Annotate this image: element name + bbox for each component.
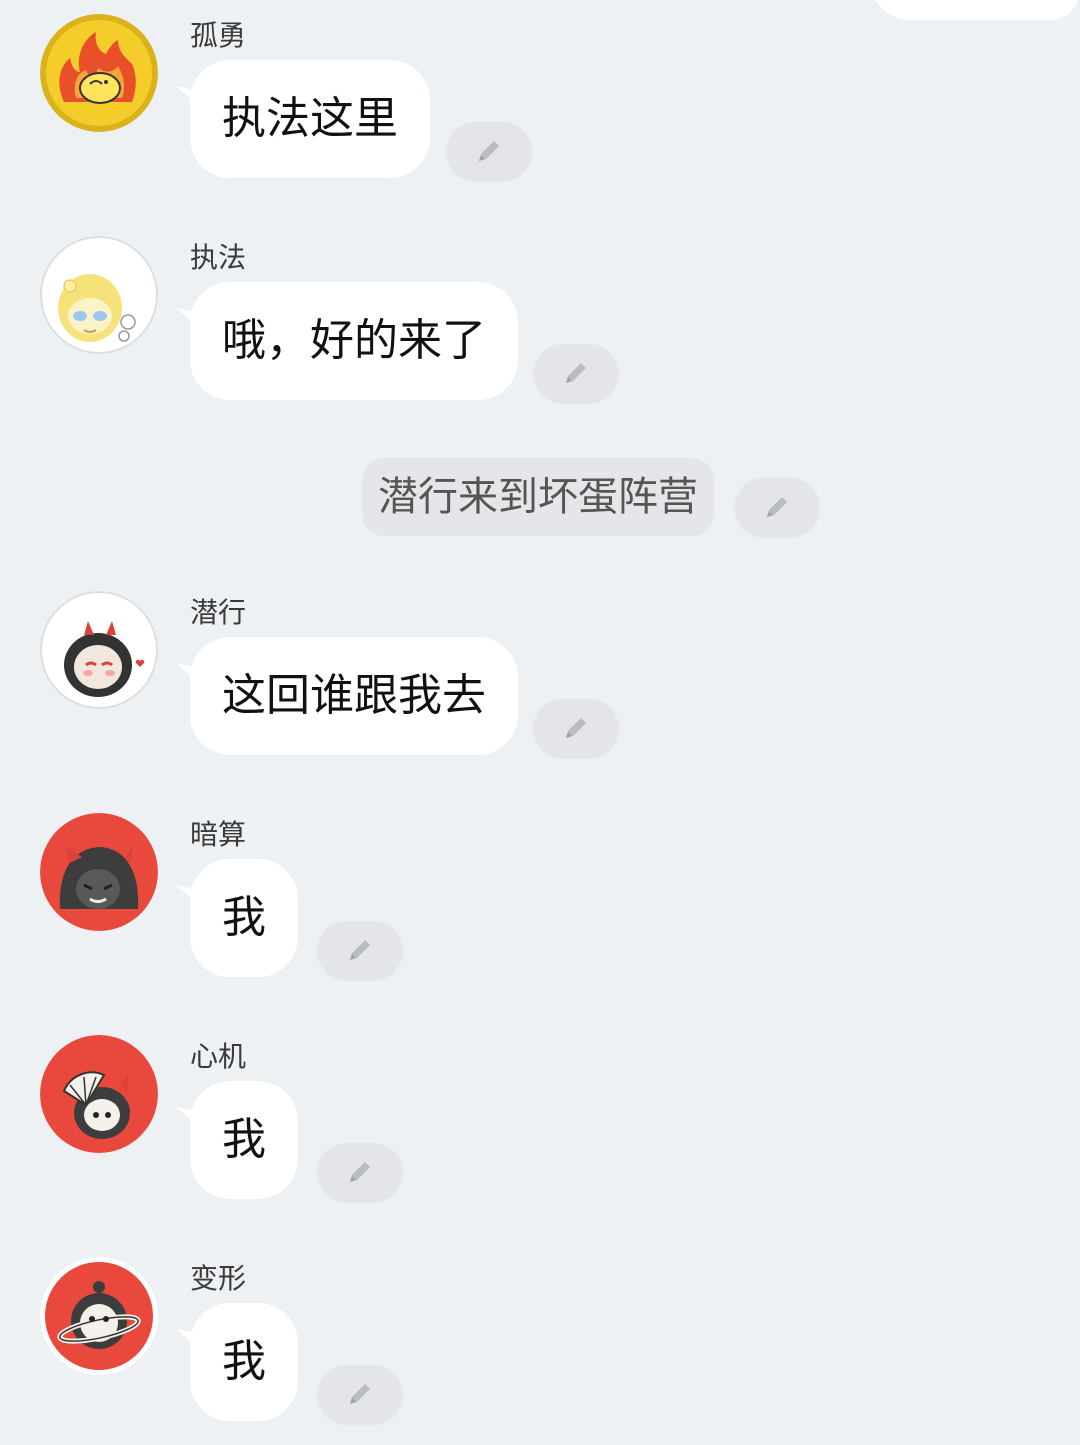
sender-name: 暗算 [190, 818, 247, 851]
edit-button[interactable] [318, 921, 402, 979]
sender-name: 变形 [190, 1262, 247, 1295]
edit-button[interactable] [447, 122, 531, 180]
edit-button[interactable] [534, 344, 618, 402]
pencil-icon [566, 718, 586, 738]
flame-avatar-icon[interactable] [40, 14, 158, 132]
top-right-decoration [870, 0, 1080, 20]
message-bubble[interactable]: 我 [190, 1303, 298, 1421]
edit-button[interactable] [318, 1143, 402, 1201]
edit-button[interactable] [735, 478, 819, 536]
sender-name: 心机 [190, 1040, 247, 1073]
pencil-icon [350, 1162, 370, 1182]
devil-girl-avatar-icon[interactable] [40, 591, 158, 709]
sender-name: 孤勇 [190, 19, 247, 52]
system-message: 潜行来到坏蛋阵营 [362, 458, 714, 536]
edit-button[interactable] [318, 1365, 402, 1423]
yellow-doll-avatar-icon[interactable] [40, 236, 158, 354]
message-bubble[interactable]: 我 [190, 1081, 298, 1199]
hooded-devil-avatar-icon[interactable] [40, 813, 158, 931]
message-bubble[interactable]: 我 [190, 859, 298, 977]
pencil-icon [767, 497, 787, 517]
sender-name: 执法 [190, 241, 247, 274]
message-bubble[interactable]: 哦，好的来了 [190, 282, 518, 400]
chat-thread: 孤勇 执法这里 执法 哦，好的来了 潜行来到坏蛋阵营 潜行 这回谁跟我去 暗算 … [0, 0, 1080, 1445]
pencil-icon [350, 1384, 370, 1404]
message-bubble[interactable]: 这回谁跟我去 [190, 637, 518, 755]
pencil-icon [479, 141, 499, 161]
sender-name: 潜行 [190, 596, 247, 629]
pencil-icon [350, 940, 370, 960]
fan-devil-avatar-icon[interactable] [40, 1035, 158, 1153]
message-bubble[interactable]: 执法这里 [190, 60, 430, 178]
planet-panda-avatar-icon[interactable] [40, 1257, 158, 1375]
pencil-icon [566, 363, 586, 383]
edit-button[interactable] [534, 699, 618, 757]
